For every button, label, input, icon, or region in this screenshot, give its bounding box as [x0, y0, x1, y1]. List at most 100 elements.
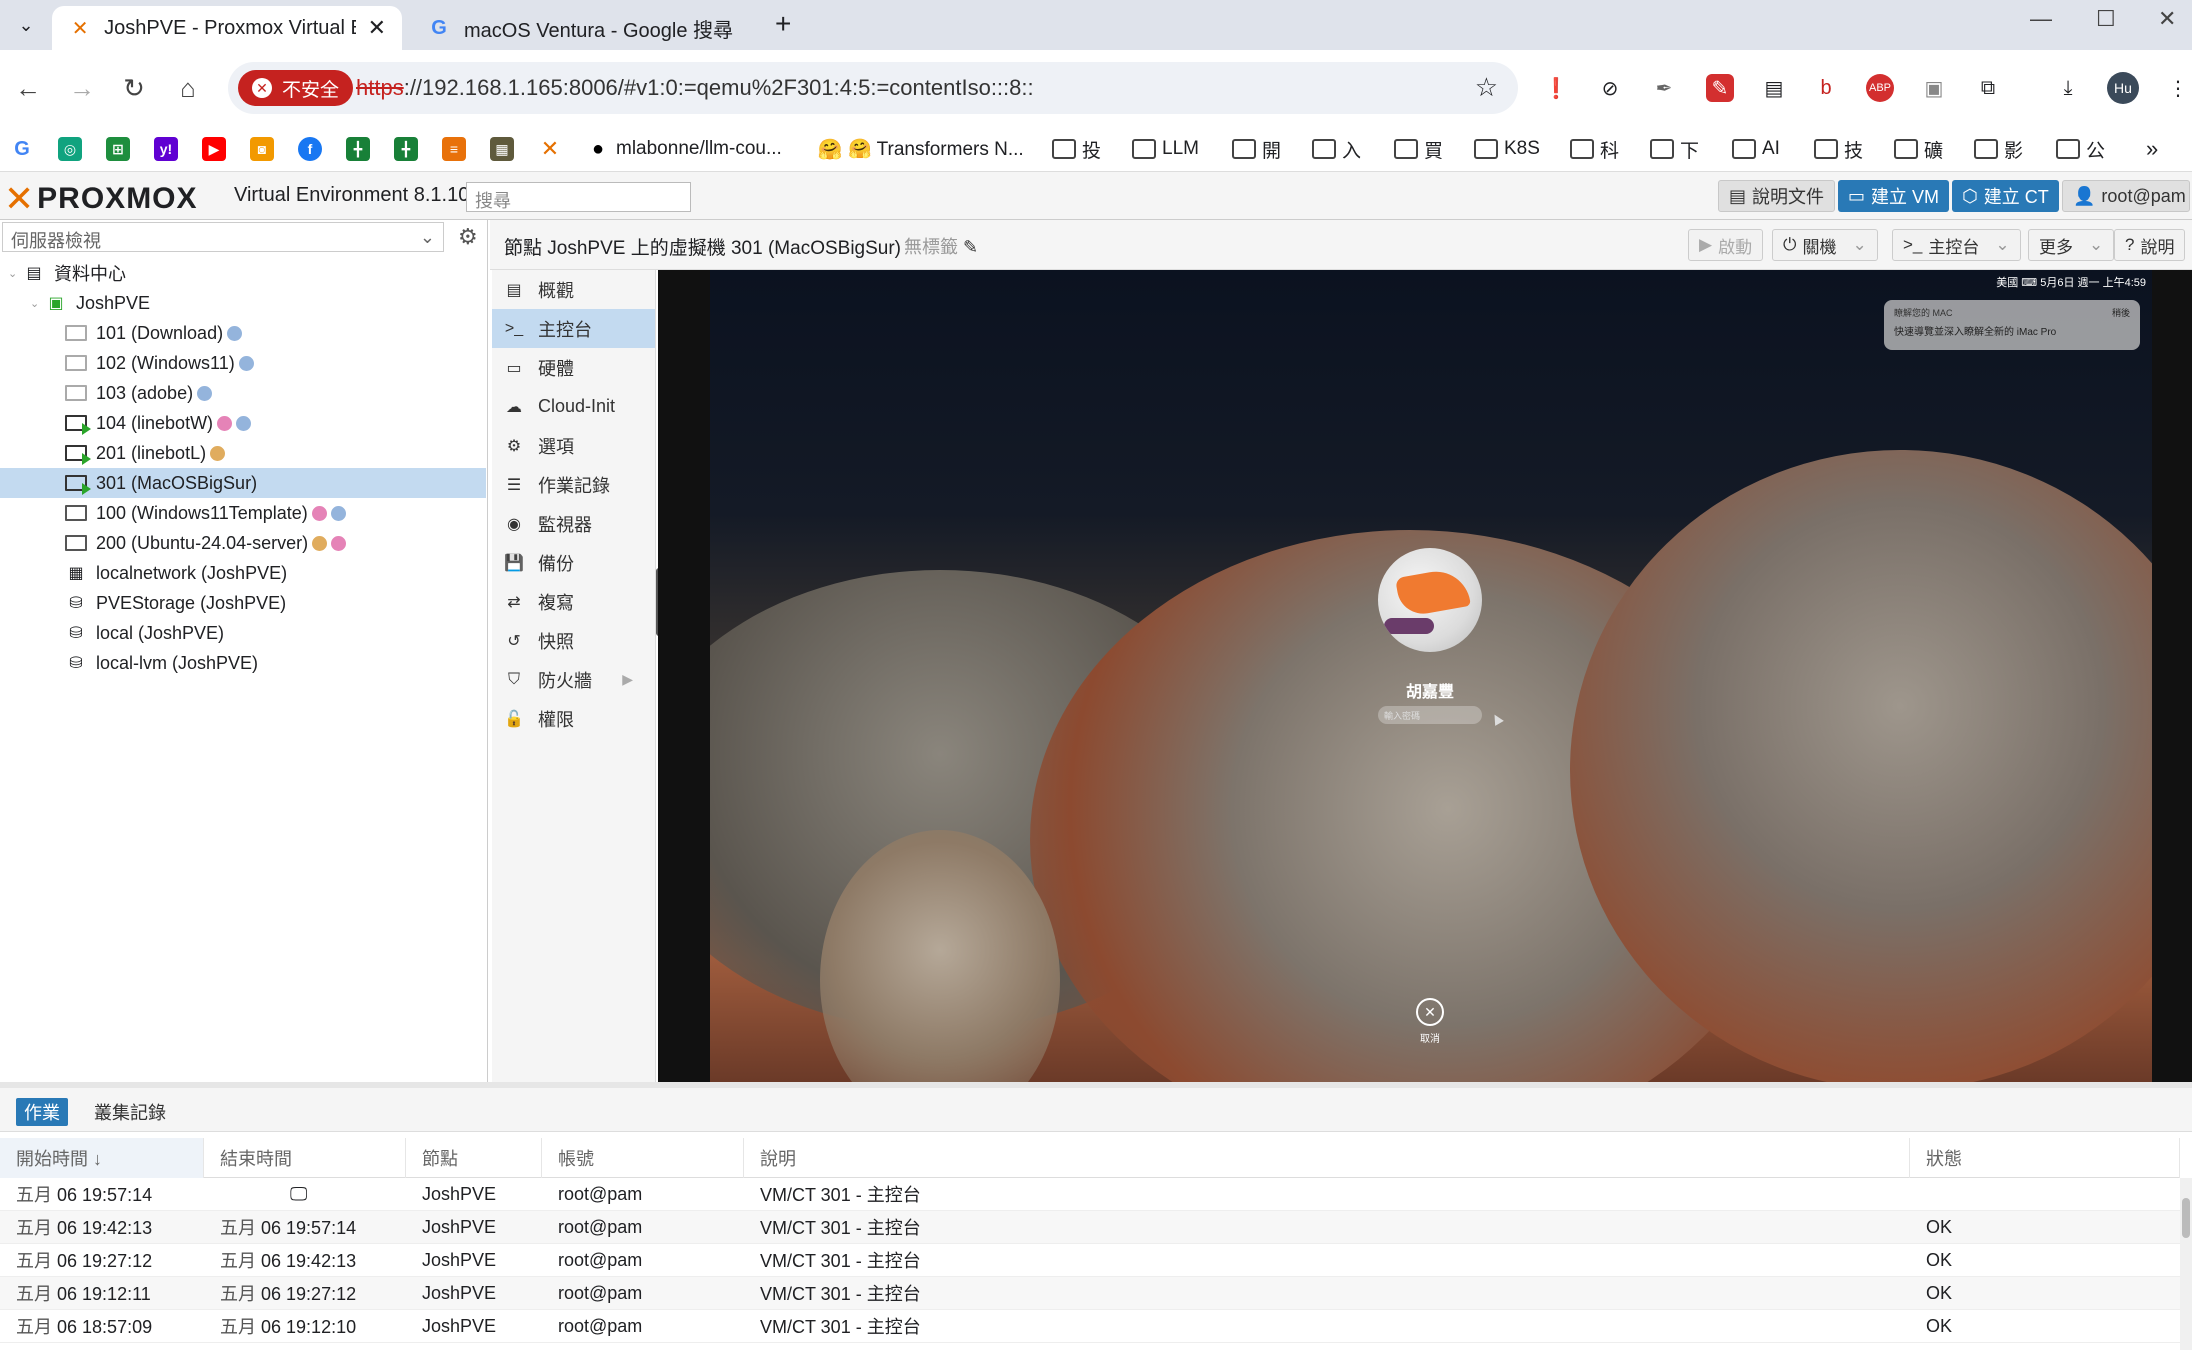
vm-console[interactable]: 美國 ⌨ 5月6日 週一 上午4:59 瞭解您的 MAC 快速導覽並深入瞭解全新…	[658, 270, 2192, 1082]
menu-item[interactable]: ☁Cloud-Init	[492, 387, 655, 426]
scrollbar-thumb[interactable]	[2182, 1198, 2190, 1238]
col-status[interactable]: 狀態	[1910, 1138, 2180, 1178]
bookmark-folder[interactable]: 入	[1312, 136, 1361, 162]
extension-icon[interactable]: ❗	[1542, 74, 1570, 102]
bookmark-youtube[interactable]: ▶	[202, 136, 226, 162]
view-selector[interactable]: 伺服器檢視⌄	[2, 222, 444, 252]
tab-search-icon[interactable]: ⌄	[10, 9, 42, 41]
more-menu-icon[interactable]: ⋮	[2164, 74, 2192, 102]
tab-google[interactable]: G macOS Ventura - Google 搜尋	[410, 6, 770, 50]
col-start-time[interactable]: 開始時間 ↓	[0, 1138, 204, 1178]
create-ct-button[interactable]: ⬡建立 CT	[1952, 180, 2059, 212]
back-icon[interactable]: ←	[8, 68, 48, 108]
bookmark-app[interactable]: ◙	[250, 136, 274, 162]
col-description[interactable]: 說明	[744, 1138, 1910, 1178]
bookmark-star-icon[interactable]: ☆	[1475, 72, 1498, 103]
tree-item[interactable]: 102 (Windows11)	[0, 348, 486, 378]
doc-extension-icon[interactable]: ▤	[1760, 74, 1788, 102]
block-extension-icon[interactable]: ⊘	[1596, 74, 1624, 102]
menu-item[interactable]: 💾備份	[492, 543, 655, 582]
more-button[interactable]: 更多⌄	[2028, 229, 2114, 261]
menu-item[interactable]: ▤概觀	[492, 270, 655, 309]
tree-item[interactable]: ▦localnetwork (JoshPVE)	[0, 558, 486, 588]
tree-item[interactable]: ⛁local-lvm (JoshPVE)	[0, 648, 486, 678]
gear-icon[interactable]: ⚙	[458, 224, 478, 250]
macos-login-screen[interactable]: 美國 ⌨ 5月6日 週一 上午4:59 瞭解您的 MAC 快速導覽並深入瞭解全新…	[710, 270, 2152, 1082]
bookmark-sheets2[interactable]: ╋	[346, 136, 370, 162]
bookmark-folder[interactable]: 下	[1650, 136, 1699, 162]
security-chip[interactable]: ✕ 不安全	[238, 70, 353, 106]
bookmark-folder[interactable]: 公	[2056, 136, 2105, 162]
col-node[interactable]: 節點	[406, 1138, 542, 1178]
translate-extension-icon[interactable]: b	[1812, 74, 1840, 102]
address-bar[interactable]: ✕ 不安全 https://192.168.1.165:8006/#v1:0:=…	[228, 62, 1518, 114]
bookmark-yahoo[interactable]: y!	[154, 136, 178, 162]
cancel-icon[interactable]: ✕	[1416, 998, 1444, 1026]
bookmark-folder[interactable]: AI	[1732, 136, 1780, 162]
maximize-icon[interactable]: ☐	[2096, 6, 2116, 32]
user-menu-button[interactable]: 👤root@pam⌄	[2062, 180, 2190, 212]
table-row[interactable]: 五月 06 18:57:09五月 06 19:12:10JoshPVEroot@…	[0, 1310, 2180, 1343]
bookmark-sheet[interactable]: ⊞	[106, 136, 130, 162]
table-row[interactable]: 五月 06 19:12:11五月 06 19:27:12JoshPVEroot@…	[0, 1277, 2180, 1310]
menu-item[interactable]: ⚙選項	[492, 426, 655, 465]
menu-item[interactable]: ◉監視器	[492, 504, 655, 543]
menu-item[interactable]: ☰作業記錄	[492, 465, 655, 504]
forward-icon[interactable]: →	[62, 68, 102, 108]
tab-close-icon[interactable]: ✕	[368, 15, 386, 41]
tree-item[interactable]: 103 (adobe)	[0, 378, 486, 408]
feather-extension-icon[interactable]: ✒	[1650, 74, 1678, 102]
create-vm-button[interactable]: ▭建立 VM	[1838, 180, 1949, 212]
bookmark-chatgpt[interactable]: ◎	[58, 136, 82, 162]
bookmark-folder[interactable]: 開	[1232, 136, 1281, 162]
home-icon[interactable]: ⌂	[168, 68, 208, 108]
new-tab-button[interactable]: +	[775, 8, 791, 40]
profile-avatar[interactable]: Hu	[2107, 72, 2139, 104]
table-row[interactable]: 五月 06 19:27:12五月 06 19:42:13JoshPVEroot@…	[0, 1244, 2180, 1277]
notification-later[interactable]: 稍後	[2112, 306, 2130, 319]
bookmark-facebook[interactable]: f	[298, 136, 322, 162]
menu-item[interactable]: ▭硬體	[492, 348, 655, 387]
start-button[interactable]: ▶啟動	[1688, 229, 1763, 261]
bookmark-huggingface[interactable]: 🤗🤗 Transformers N...	[818, 136, 1024, 162]
task-scrollbar[interactable]	[2180, 1178, 2192, 1350]
bookmark-google[interactable]: G	[10, 136, 34, 162]
table-row[interactable]: 五月 06 19:42:13五月 06 19:57:14JoshPVEroot@…	[0, 1211, 2180, 1244]
tree-item[interactable]: 100 (Windows11Template)	[0, 498, 486, 528]
pen-extension-icon[interactable]: ✎	[1706, 74, 1734, 102]
bookmark-sheets3[interactable]: ╋	[394, 136, 418, 162]
menu-item[interactable]: 🔓權限	[492, 699, 655, 738]
tree-item[interactable]: 104 (linebotW)	[0, 408, 486, 438]
bookmark-folder[interactable]: K8S	[1474, 136, 1540, 162]
tags-editor[interactable]: 無標籤 ✎	[904, 233, 978, 259]
tree-node[interactable]: ⌄▣JoshPVE	[0, 288, 486, 318]
tree-item[interactable]: 200 (Ubuntu-24.04-server)	[0, 528, 486, 558]
tree-item[interactable]: ⛁PVEStorage (JoshPVE)	[0, 588, 486, 618]
console-button[interactable]: >_主控台⌄	[1892, 229, 2021, 261]
reload-icon[interactable]: ↻	[114, 68, 154, 108]
tab-cluster-log[interactable]: 叢集記錄	[86, 1098, 174, 1126]
bookmark-github[interactable]: ●mlabonne/llm-cou...	[586, 136, 782, 162]
macos-notification[interactable]: 瞭解您的 MAC 快速導覽並深入瞭解全新的 iMac Pro 稍後	[1884, 300, 2140, 350]
tree-item[interactable]: 201 (linebotL)	[0, 438, 486, 468]
col-user[interactable]: 帳號	[542, 1138, 744, 1178]
menu-item[interactable]: ⇄複寫	[492, 582, 655, 621]
user-avatar[interactable]	[1378, 548, 1482, 652]
bookmark-folder[interactable]: 技	[1814, 136, 1863, 162]
bookmark-folder[interactable]: 影	[1974, 136, 2023, 162]
download-icon[interactable]: ⤓	[2054, 74, 2082, 102]
bookmark-folder[interactable]: 買	[1394, 136, 1443, 162]
screen-extension-icon[interactable]: ▣	[1920, 74, 1948, 102]
shutdown-button[interactable]: ⏻關機⌄	[1772, 229, 1878, 261]
tree-item[interactable]: 301 (MacOSBigSur)	[0, 468, 486, 498]
tree-item[interactable]: 101 (Download)	[0, 318, 486, 348]
menu-item[interactable]: ⛉防火牆▶	[492, 660, 655, 699]
password-field[interactable]: 輸入密碼	[1378, 706, 1482, 724]
bookmark-stack[interactable]: ≡	[442, 136, 466, 162]
bookmark-folder[interactable]: 科	[1570, 136, 1619, 162]
menu-item[interactable]: ↺快照	[492, 621, 655, 660]
bookmarks-overflow-icon[interactable]: »	[2146, 136, 2158, 162]
minimize-icon[interactable]: —	[2030, 6, 2052, 32]
bookmark-folder[interactable]: LLM	[1132, 136, 1199, 162]
col-end-time[interactable]: 結束時間	[204, 1138, 406, 1178]
